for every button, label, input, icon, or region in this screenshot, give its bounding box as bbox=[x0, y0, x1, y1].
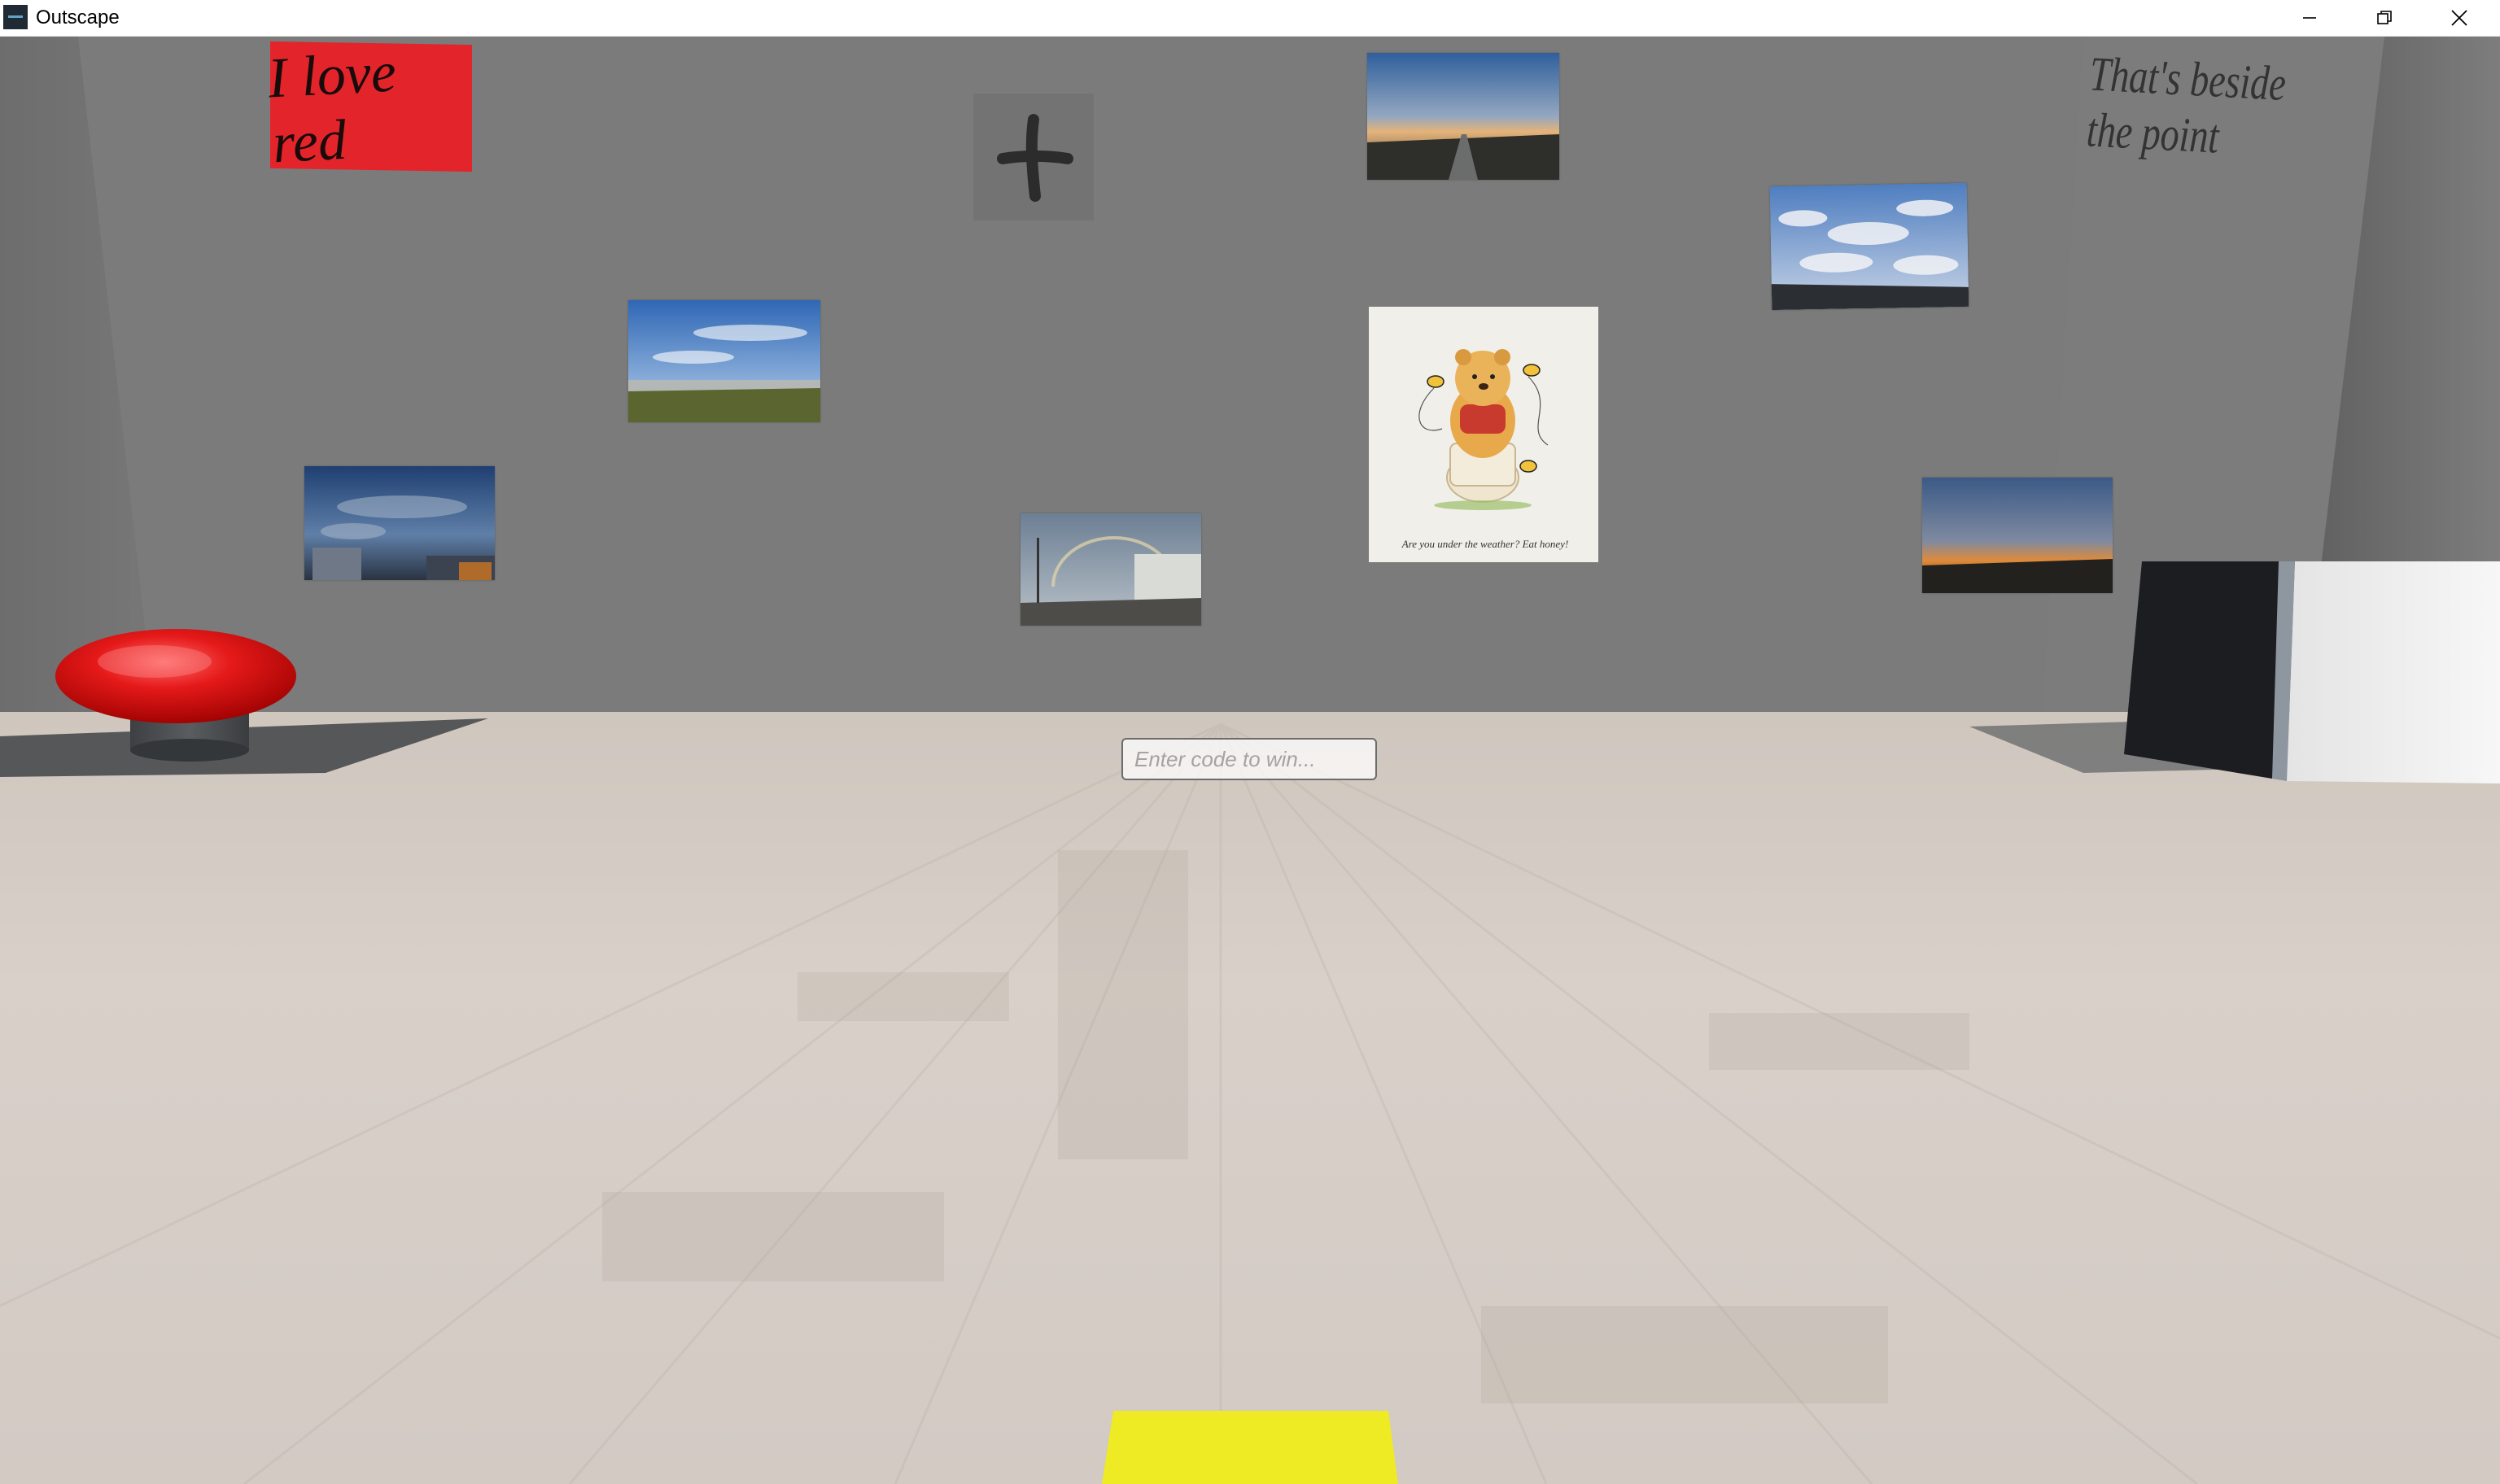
window-title: Outscape bbox=[36, 7, 120, 28]
photo-sunset-path bbox=[1367, 53, 1559, 180]
photo-rainbow-street bbox=[1021, 513, 1201, 626]
photo-image bbox=[1922, 478, 2113, 593]
game-viewport[interactable]: I love red Are you under the weather? Ea… bbox=[0, 37, 2500, 1484]
plus-icon bbox=[997, 114, 1073, 202]
close-icon bbox=[2451, 10, 2467, 26]
photo-image bbox=[628, 300, 820, 422]
sign-beside-the-point: That's beside the point bbox=[2085, 41, 2288, 172]
photo-image bbox=[1367, 53, 1559, 180]
photo-image bbox=[1021, 513, 1201, 626]
code-input[interactable] bbox=[1121, 738, 1377, 780]
restore-icon bbox=[2377, 11, 2392, 24]
photo-blue-field bbox=[628, 300, 820, 422]
photo-cloudy-sky bbox=[1769, 182, 1969, 311]
poster-pooh: Are you under the weather? Eat honey! bbox=[1369, 307, 1598, 562]
photo-dusk-buildings bbox=[304, 466, 495, 580]
photo-sunset-silhouette bbox=[1922, 478, 2113, 593]
app-icon bbox=[3, 5, 28, 29]
minimize-button[interactable] bbox=[2272, 0, 2347, 36]
sign-beside-the-point-text: That's beside the point bbox=[2085, 46, 2288, 164]
minimize-icon bbox=[2303, 17, 2316, 19]
photo-image bbox=[304, 466, 495, 580]
plus-tile[interactable] bbox=[973, 94, 1094, 220]
yellow-pad[interactable] bbox=[1102, 1411, 1398, 1484]
pooh-illustration bbox=[1418, 349, 1549, 510]
title-bar: Outscape bbox=[0, 0, 2500, 37]
sign-love-red: I love red bbox=[266, 41, 472, 175]
sign-love-red-text: I love red bbox=[265, 41, 399, 176]
poster-caption: Are you under the weather? Eat honey! bbox=[1401, 538, 1569, 550]
close-button[interactable] bbox=[2422, 0, 2497, 36]
crate[interactable] bbox=[2124, 561, 2500, 783]
restore-button[interactable] bbox=[2347, 0, 2422, 36]
photo-image bbox=[1769, 182, 1969, 311]
